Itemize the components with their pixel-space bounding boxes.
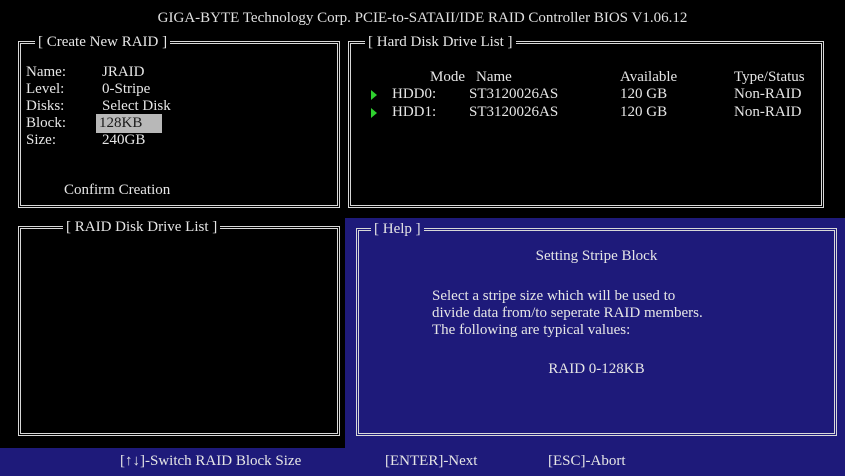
bios-title: GIGA-BYTE Technology Corp. PCIE-to-SATAI… [157,10,688,26]
enter-next-hint: [ENTER]-Next [385,453,478,469]
confirm-creation-button[interactable]: Confirm Creation [64,182,170,198]
hdd-available: 120 GB [620,104,668,120]
hdd-name: ST3120026AS [469,104,559,120]
field-disks-value[interactable]: Select Disk [102,98,171,114]
help-line: Select a stripe size which will be used … [432,288,676,304]
field-disks-label: Disks: [26,98,65,114]
field-size-label: Size: [26,132,56,148]
esc-abort-hint: [ESC]-Abort [548,453,626,469]
hdd-available: 120 GB [620,86,668,102]
create-raid-title: [ Create New RAID ] [35,33,171,51]
column-type-status: Type/Status [734,69,805,85]
column-available: Available [620,69,678,85]
field-block-value[interactable]: 128KB [96,114,162,133]
column-name: Name [476,69,512,85]
hdd-id: HDD0: [392,86,437,102]
hdd-id: HDD1: [392,104,437,120]
raid-list-title: [ RAID Disk Drive List ] [63,218,221,236]
switch-block-size-hint: [↑↓]-Switch RAID Block Size [120,453,302,469]
help-value: RAID 0-128KB [548,361,645,377]
hdd-type-status: Non-RAID [734,86,802,102]
field-level-label: Level: [26,81,65,97]
field-block-label: Block: [26,115,66,131]
column-mode: Mode [430,69,465,85]
help-title: [ Help ] [371,220,424,238]
help-line: divide data from/to seperate RAID member… [432,305,703,321]
status-bar: [↑↓]-Switch RAID Block Size [ENTER]-Next… [0,448,845,476]
hdd-name: ST3120026AS [469,86,559,102]
selection-arrow-icon [371,108,377,118]
field-size-value[interactable]: 240GB [102,132,145,148]
selection-arrow-icon [371,90,377,100]
help-line: The following are typical values: [432,322,631,338]
hdd-list-title: [ Hard Disk Drive List ] [365,33,516,51]
field-name-label: Name: [26,64,66,80]
help-heading: Setting Stripe Block [535,248,658,264]
field-level-value[interactable]: 0-Stripe [102,81,150,97]
raid-list-panel: [ RAID Disk Drive List ] [18,218,340,436]
hdd-list-panel: [ Hard Disk Drive List ] [348,33,824,208]
hdd-type-status: Non-RAID [734,104,802,120]
field-name-value[interactable]: JRAID [102,64,145,80]
